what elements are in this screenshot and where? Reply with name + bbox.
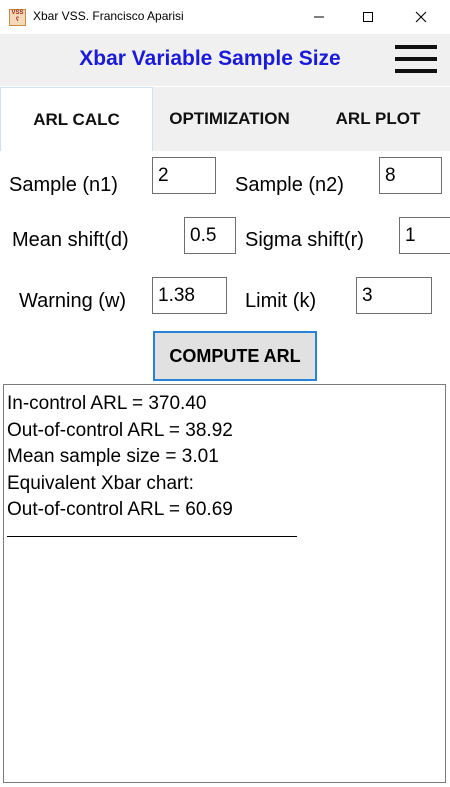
compute-arl-button[interactable]: COMPUTE ARL bbox=[153, 331, 317, 381]
mean-shift-label: Mean shift(d) bbox=[12, 229, 129, 251]
output-line: Out-of-control ARL = 38.92 bbox=[7, 419, 233, 441]
app-logo-icon: VSS ʕ bbox=[9, 9, 26, 26]
sample-n1-input[interactable] bbox=[152, 157, 216, 194]
output-separator-line bbox=[7, 524, 297, 537]
sample-n2-input[interactable] bbox=[379, 157, 442, 194]
output-line: Out-of-control ARL = 60.69 bbox=[7, 499, 233, 520]
limit-label: Limit (k) bbox=[245, 290, 317, 312]
maximize-button[interactable] bbox=[345, 0, 391, 34]
sigma-shift-label: Sigma shift(r) bbox=[245, 229, 364, 251]
warning-label: Warning (w) bbox=[19, 290, 127, 312]
minimize-icon bbox=[314, 16, 324, 18]
hamburger-line-icon bbox=[395, 57, 437, 61]
tab-arl-plot[interactable]: ARL PLOT bbox=[306, 87, 450, 151]
hamburger-menu-button[interactable] bbox=[395, 45, 437, 75]
window-titlebar: VSS ʕ Xbar VSS. Francisco Aparisi bbox=[0, 0, 450, 34]
results-output[interactable]: In-control ARL = 370.40 Out-of-control A… bbox=[3, 384, 446, 783]
minimize-button[interactable] bbox=[296, 0, 342, 34]
sample-n1-label: Sample (n1) bbox=[9, 174, 118, 196]
warning-input[interactable] bbox=[152, 277, 227, 314]
output-line: In-control ARL = 370.40 bbox=[7, 393, 207, 414]
hamburger-line-icon bbox=[395, 45, 437, 49]
output-line: Mean sample size = 3.01 bbox=[7, 446, 219, 467]
close-icon bbox=[415, 11, 427, 23]
tab-optimization[interactable]: OPTIMIZATION bbox=[153, 87, 306, 151]
tab-arl-calc[interactable]: ARL CALC bbox=[0, 87, 153, 151]
app-header: Xbar Variable Sample Size bbox=[0, 34, 450, 86]
mean-shift-input[interactable] bbox=[184, 217, 236, 254]
sample-n2-label: Sample (n2) bbox=[235, 174, 344, 196]
hamburger-line-icon bbox=[395, 69, 437, 73]
sigma-shift-input[interactable] bbox=[399, 217, 450, 254]
close-button[interactable] bbox=[398, 0, 444, 34]
limit-input[interactable] bbox=[356, 277, 432, 314]
app-logo-text: VSS bbox=[11, 10, 24, 16]
window-title: Xbar VSS. Francisco Aparisi bbox=[33, 9, 184, 23]
app-title: Xbar Variable Sample Size bbox=[79, 47, 341, 70]
output-line: Equivalent Xbar chart: bbox=[7, 472, 194, 494]
tab-bar: ARL CALC OPTIMIZATION ARL PLOT bbox=[0, 87, 450, 151]
maximize-icon bbox=[363, 12, 373, 22]
